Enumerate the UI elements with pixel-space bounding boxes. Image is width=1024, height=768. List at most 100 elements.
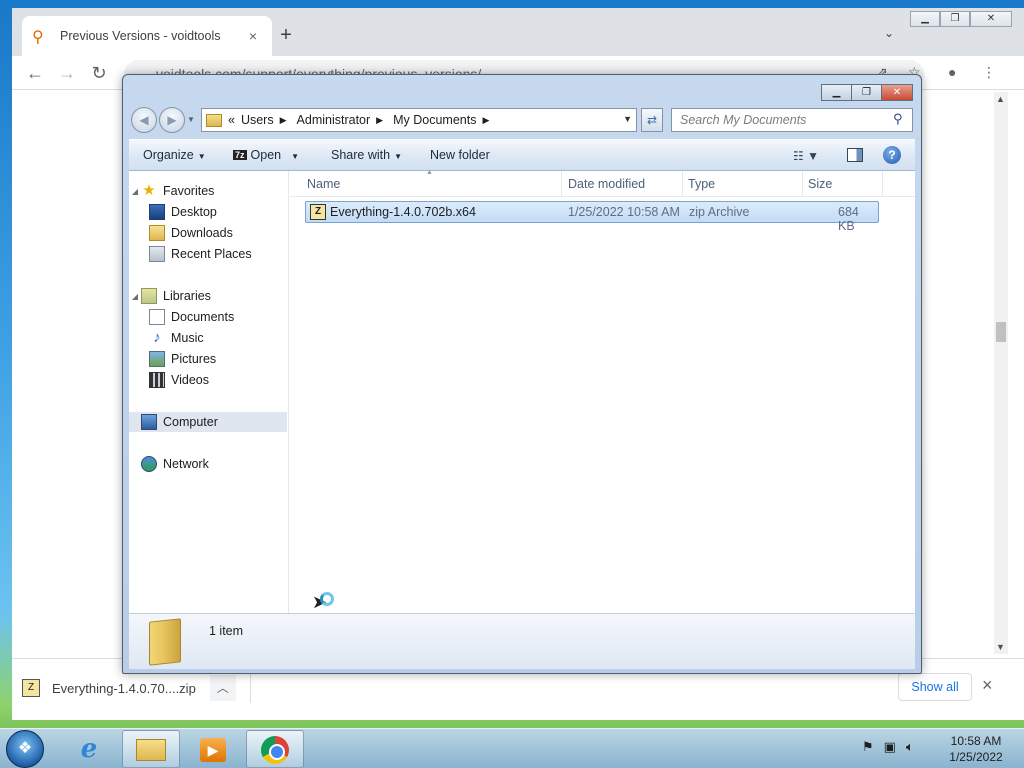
preview-pane-icon[interactable] (847, 148, 863, 162)
chevron-up-icon[interactable]: ︿ (209, 675, 236, 701)
back-arrow-icon[interactable]: ← (22, 60, 48, 86)
organize-label: Organize (143, 148, 194, 162)
breadcrumb-overflow[interactable]: « (228, 113, 235, 127)
explorer-window-controls: ▁ ❐ ✕ (821, 84, 913, 101)
chrome-titlebar: ⚲ Previous Versions - voidtools × + ⌄ ▁ … (12, 8, 1024, 56)
nav-pictures[interactable]: Pictures (129, 349, 287, 369)
network-status-icon[interactable]: ▣ (884, 739, 896, 755)
item-count: 1 item (209, 624, 244, 638)
tab-close-icon[interactable]: × (244, 27, 262, 45)
nav-documents[interactable]: Documents (129, 307, 287, 327)
search-icon[interactable]: ⚲ (893, 111, 909, 127)
scroll-down-arrow-icon[interactable]: ▼ (996, 642, 1005, 652)
nav-desktop[interactable]: Desktop (129, 202, 287, 222)
column-divider[interactable] (802, 171, 803, 197)
breadcrumb-administrator[interactable]: Administrator (297, 113, 371, 127)
explorer-maximize-button[interactable]: ❐ (851, 84, 881, 101)
share-with-button[interactable]: Share with ▼ (331, 148, 402, 162)
folder-icon (206, 113, 222, 127)
file-row[interactable]: Z Everything-1.4.0.702b.x64 1/25/2022 10… (305, 201, 879, 233)
column-date-modified[interactable]: Date modified (568, 177, 645, 191)
explorer-forward-icon[interactable]: ▶ (159, 107, 185, 133)
column-divider[interactable] (882, 171, 883, 197)
details-pane: 1 item (129, 613, 915, 669)
system-tray: ⚑ ▣ 🔈︎ (862, 739, 914, 755)
column-type[interactable]: Type (688, 177, 715, 191)
menu-kebab-icon[interactable]: ⋮ (982, 64, 996, 81)
windows-explorer-icon[interactable] (122, 730, 180, 768)
media-player-icon[interactable]: ▶ (184, 730, 242, 768)
breadcrumb-chevron-icon[interactable]: ▶ (280, 115, 287, 126)
column-divider[interactable] (561, 171, 562, 197)
explorer-navigation-row: ◀ ▶ ▼ « Users ▶ Administrator ▶ My Docum… (129, 107, 915, 133)
play-icon: ▶ (200, 738, 226, 762)
search-input[interactable]: Search My Documents (671, 108, 913, 132)
desktop-icon (149, 204, 165, 220)
explorer-back-icon[interactable]: ◀ (131, 107, 157, 133)
nav-libraries[interactable]: ◢ Libraries (129, 286, 287, 306)
nav-network[interactable]: Network (129, 454, 287, 474)
breadcrumb-my-documents[interactable]: My Documents (393, 113, 476, 127)
volume-icon[interactable]: 🔈︎ (906, 739, 914, 755)
breadcrumb-chevron-icon[interactable]: ▶ (482, 115, 489, 126)
new-tab-button[interactable]: + (274, 24, 298, 48)
help-icon[interactable]: ? (883, 146, 901, 164)
nav-favorites[interactable]: ◢ ★ Favorites (129, 181, 287, 201)
nav-label: Favorites (163, 184, 215, 198)
explorer-minimize-button[interactable]: ▁ (821, 84, 851, 101)
nav-label: Videos (171, 373, 209, 387)
explorer-close-button[interactable]: ✕ (881, 84, 913, 101)
windows-start-button[interactable]: ❖ (6, 730, 44, 768)
taskbar: ❖ e ▶ ⚑ ▣ 🔈︎ 10:58 AM 1/25/2022 (0, 728, 1024, 768)
nav-videos[interactable]: Videos (129, 370, 287, 390)
scroll-up-arrow-icon[interactable]: ▲ (996, 94, 1005, 104)
column-headers: ▲ Name Date modified Type Size (290, 169, 915, 197)
recent-places-icon (149, 246, 165, 262)
maximize-button[interactable]: ❐ (940, 11, 970, 27)
command-bar: Organize ▼ 7z Open ▼ Share with ▼ New folder… (129, 139, 915, 171)
new-folder-button[interactable]: New folder (430, 148, 490, 162)
internet-explorer-icon[interactable]: e (60, 730, 118, 768)
refresh-icon[interactable]: ⇄ (641, 108, 663, 132)
profile-avatar-icon[interactable]: ● (948, 64, 956, 80)
column-divider[interactable] (682, 171, 683, 197)
close-window-button[interactable]: ✕ (970, 11, 1012, 27)
close-shelf-icon[interactable]: × (982, 675, 993, 696)
computer-icon (141, 414, 157, 430)
address-dropdown-icon[interactable]: ▼ (623, 114, 632, 124)
nav-downloads[interactable]: Downloads (129, 223, 287, 243)
download-item[interactable]: Z Everything-1.4.0.70....zip ︿ (22, 675, 236, 701)
page-scrollbar[interactable]: ▲ ▼ (994, 92, 1008, 654)
expand-triangle-icon[interactable]: ◢ (129, 292, 141, 301)
organize-button[interactable]: Organize ▼ (143, 148, 206, 162)
minimize-button[interactable]: ▁ (910, 11, 940, 27)
film-strip-icon (149, 372, 165, 388)
tab-search-chevron-icon[interactable]: ⌄ (884, 26, 894, 40)
reload-icon[interactable]: ↻ (86, 60, 112, 86)
browser-tab[interactable]: ⚲ Previous Versions - voidtools × (22, 16, 272, 56)
explorer-address-bar[interactable]: « Users ▶ Administrator ▶ My Documents ▶… (201, 108, 637, 132)
open-button[interactable]: 7z Open ▼ (233, 148, 299, 162)
action-center-flag-icon[interactable]: ⚑ (862, 739, 874, 755)
nav-recent-places[interactable]: Recent Places (129, 244, 287, 264)
music-note-icon: ♪ (153, 329, 161, 346)
column-name[interactable]: Name (307, 177, 340, 191)
chrome-icon[interactable] (246, 730, 304, 768)
file-size: 684 KB (838, 205, 859, 233)
nav-music[interactable]: ♪ Music (129, 328, 287, 348)
expand-triangle-icon[interactable]: ◢ (129, 187, 141, 196)
column-size[interactable]: Size (808, 177, 832, 191)
breadcrumb-chevron-icon[interactable]: ▶ (376, 115, 383, 126)
nav-computer[interactable]: Computer (129, 412, 287, 432)
forward-arrow-icon[interactable]: → (54, 60, 80, 86)
change-view-icon[interactable]: ☷ ▼ (793, 149, 819, 163)
clock[interactable]: 10:58 AM 1/25/2022 (942, 733, 1010, 765)
show-all-downloads-button[interactable]: Show all (898, 673, 972, 701)
nav-label: Computer (163, 415, 218, 429)
scrollbar-thumb[interactable] (996, 322, 1006, 342)
recent-pages-dropdown-icon[interactable]: ▼ (187, 115, 195, 124)
nav-label: Music (171, 331, 204, 345)
breadcrumb-users[interactable]: Users (241, 113, 274, 127)
nav-label: Libraries (163, 289, 211, 303)
navigation-pane: ◢ ★ Favorites Desktop Downloads Recent P… (129, 171, 289, 613)
